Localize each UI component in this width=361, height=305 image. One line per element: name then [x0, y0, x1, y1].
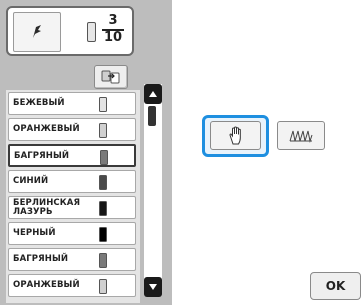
thread-spool-icon	[99, 123, 107, 138]
arrow-down-icon	[149, 284, 157, 290]
ok-button[interactable]: OK	[310, 272, 361, 300]
stitch-simulator-button[interactable]	[277, 121, 325, 150]
thread-spool-icon	[99, 175, 107, 190]
color-name: БЕЖЕВЫЙ	[13, 98, 65, 108]
color-row[interactable]: ОРАНЖЕВЫЙ	[8, 118, 136, 141]
hand-icon	[228, 125, 241, 144]
color-sort-button[interactable]	[94, 65, 128, 89]
thread-spool-icon	[99, 253, 107, 268]
thread-spool-icon	[99, 201, 107, 216]
color-row[interactable]: БАГРЯНЫЙ	[8, 248, 136, 271]
thread-spool-icon	[87, 22, 96, 42]
color-sort-icon	[101, 70, 120, 84]
color-name: ЧЕРНЫЙ	[13, 228, 56, 238]
color-row[interactable]: БАГРЯНЫЙ	[8, 144, 136, 167]
thread-spool-icon	[99, 227, 107, 242]
color-row[interactable]: СИНИЙ	[8, 170, 136, 193]
scroll-up-button[interactable]	[144, 84, 162, 104]
color-name: БАГРЯНЫЙ	[14, 151, 70, 161]
pattern-info-box: 3 10	[6, 6, 134, 56]
hand-tool-button[interactable]	[210, 121, 261, 150]
color-row[interactable]: БЕЖЕВЫЙ	[8, 92, 136, 115]
color-name: ОРАНЖЕВЫЙ	[13, 124, 80, 134]
thread-counter: 3 10	[100, 14, 126, 45]
color-name: БЕРЛИНСКАЯ ЛАЗУРЬ	[13, 197, 81, 217]
thread-spool-icon	[99, 279, 107, 294]
thread-color-list: БЕЖЕВЫЙ ОРАНЖЕВЫЙ БАГРЯНЫЙ СИНИЙ БЕРЛИНС…	[6, 90, 140, 303]
arrow-up-icon	[149, 91, 157, 97]
current-thread-number: 3	[108, 13, 118, 28]
color-row[interactable]: БЕРЛИНСКАЯ ЛАЗУРЬ	[8, 196, 136, 219]
scrollbar-thumb[interactable]	[148, 106, 156, 126]
total-thread-count: 10	[103, 29, 123, 45]
color-name: ОРАНЖЕВЫЙ	[13, 280, 80, 290]
thread-spool-icon	[100, 150, 108, 165]
scroll-down-button[interactable]	[144, 277, 162, 297]
color-row[interactable]: ОРАНЖЕВЫЙ	[8, 274, 136, 297]
stitch-icon	[289, 130, 313, 143]
color-name: БАГРЯНЫЙ	[13, 254, 69, 264]
thread-spool-icon	[99, 97, 107, 112]
pattern-preview-icon	[33, 25, 41, 38]
color-row[interactable]: ЧЕРНЫЙ	[8, 222, 136, 245]
pattern-thumbnail	[13, 12, 61, 52]
color-name: СИНИЙ	[13, 176, 49, 186]
